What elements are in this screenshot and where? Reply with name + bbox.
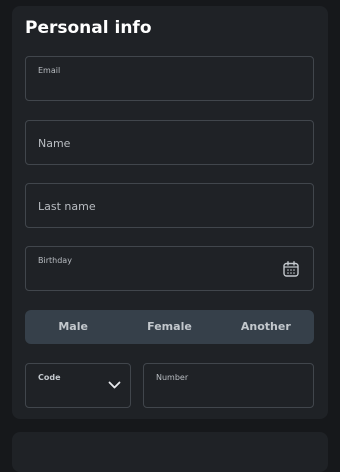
chevron-down-icon xyxy=(108,381,121,389)
gender-selector: Male Female Another xyxy=(25,310,314,344)
birthday-label: Birthday xyxy=(38,256,72,265)
phone-code-label: Code xyxy=(38,373,61,382)
gender-option-another[interactable]: Another xyxy=(218,310,314,344)
birthday-field[interactable]: Birthday xyxy=(25,246,314,291)
last-name-label: Last name xyxy=(38,200,96,213)
phone-number-label: Number xyxy=(156,373,189,382)
email-label: Email xyxy=(38,66,61,75)
phone-code-select[interactable]: Code xyxy=(25,363,131,408)
email-input[interactable] xyxy=(37,78,303,94)
name-field[interactable]: Name xyxy=(25,120,314,165)
gender-option-female[interactable]: Female xyxy=(121,310,217,344)
next-section-card xyxy=(12,432,328,472)
personal-info-card: Personal info Email Name Last name Birth… xyxy=(12,6,328,419)
name-label: Name xyxy=(38,137,71,150)
section-title: Personal info xyxy=(25,18,152,38)
gender-option-male[interactable]: Male xyxy=(25,310,121,344)
email-field[interactable]: Email xyxy=(25,56,314,101)
calendar-icon[interactable] xyxy=(282,260,300,278)
last-name-field[interactable]: Last name xyxy=(25,183,314,228)
phone-number-field[interactable]: Number xyxy=(143,363,314,408)
birthday-input[interactable] xyxy=(37,268,273,284)
